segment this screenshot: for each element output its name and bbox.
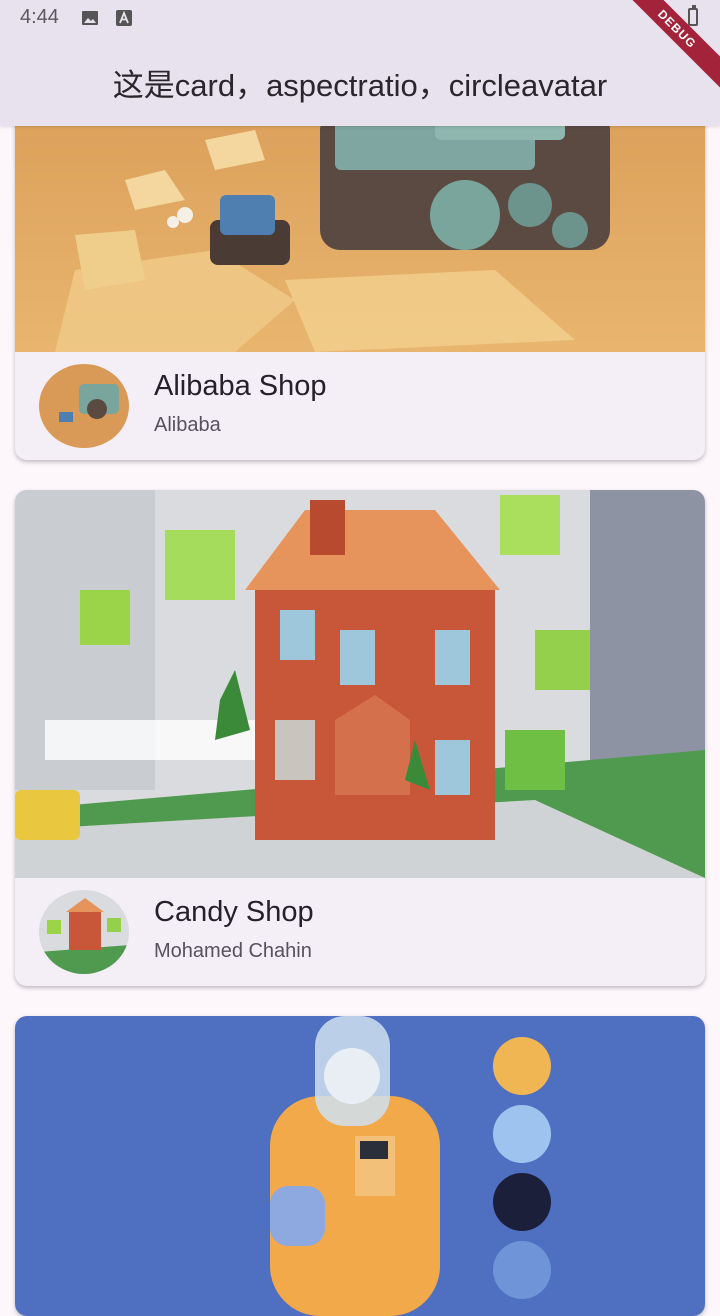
app-bar: 这是card，aspectratio，circleavatar <box>0 38 720 126</box>
status-time: 4:44 <box>20 6 59 28</box>
page-title: 这是card，aspectratio，circleavatar <box>112 68 608 103</box>
text-a-icon <box>116 10 132 26</box>
card-candy[interactable]: Candy Shop Mohamed Chahin <box>15 490 705 986</box>
status-bar: 4:44 <box>0 0 720 38</box>
card-image-robot <box>15 1016 705 1316</box>
avatar <box>39 890 129 974</box>
battery-charging-icon <box>688 5 698 26</box>
card-title: Candy Shop <box>154 896 314 928</box>
card-subtitle: Mohamed Chahin <box>154 940 312 962</box>
card-footer: Candy Shop Mohamed Chahin <box>15 878 705 986</box>
card-subtitle: Alibaba <box>154 414 221 436</box>
card-footer: Alibaba Shop Alibaba <box>15 352 705 460</box>
avatar <box>39 364 129 448</box>
image-icon <box>82 11 98 25</box>
card-third[interactable] <box>15 1016 705 1316</box>
card-title: Alibaba Shop <box>154 370 327 402</box>
card-image-house <box>15 490 705 878</box>
card-list[interactable]: Alibaba Shop Alibaba Candy Shop Mohamed … <box>0 0 720 1316</box>
